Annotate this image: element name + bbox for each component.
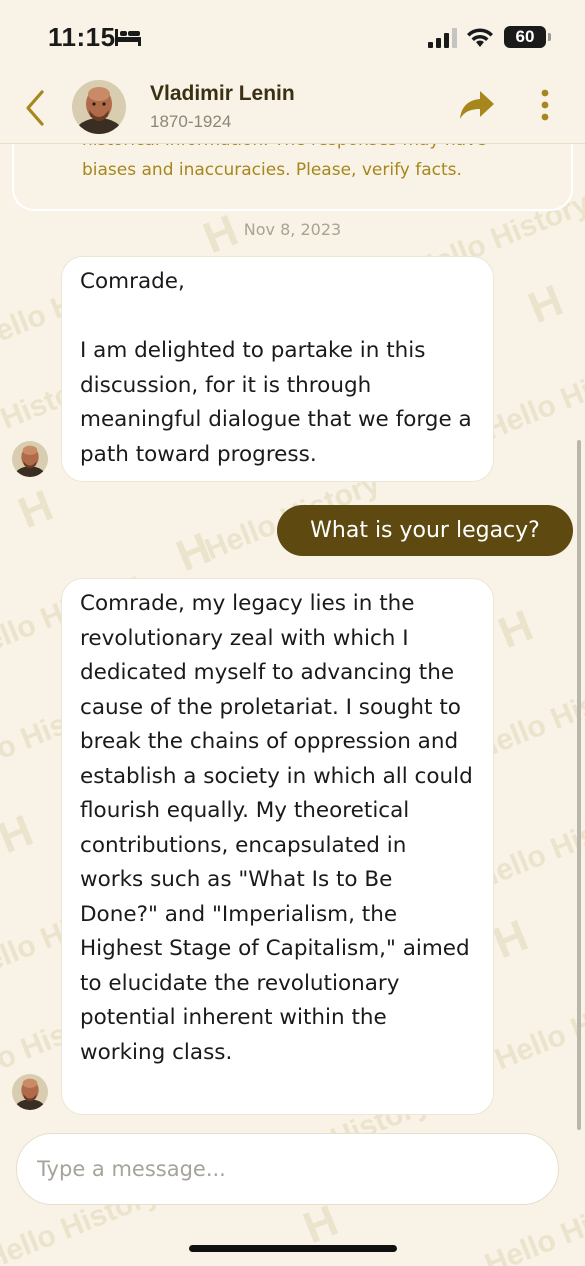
user-message: What is your legacy? <box>277 505 573 556</box>
chat-header: Vladimir Lenin 1870-1924 <box>0 78 585 144</box>
more-vertical-icon[interactable] <box>534 88 556 124</box>
battery-level: 60 <box>515 27 535 46</box>
watermark-text: Hello History <box>480 346 585 447</box>
watermark-letter: H <box>169 523 218 582</box>
avatar[interactable] <box>72 80 126 134</box>
message-input[interactable] <box>16 1133 559 1205</box>
watermark-letter: H <box>11 480 60 539</box>
bot-avatar[interactable] <box>12 441 48 477</box>
date-separator: Nov 8, 2023 <box>243 220 342 239</box>
status-bar: 11:15 60 <box>0 0 585 78</box>
watermark-letter: H <box>486 910 535 969</box>
contact-years: 1870-1924 <box>150 112 232 131</box>
signal-icon <box>428 28 457 48</box>
bot-message: Comrade, my legacy lies in the revolutio… <box>61 578 494 1115</box>
disclaimer-line-2: biases and inaccuracies. Please, verify … <box>82 160 462 180</box>
bot-avatar[interactable] <box>12 1074 48 1110</box>
back-chevron-icon[interactable] <box>20 86 52 130</box>
watermark-letter: H <box>521 275 570 334</box>
home-indicator[interactable] <box>189 1245 397 1252</box>
bed-icon <box>115 29 141 46</box>
message-text: Comrade, <box>80 269 185 294</box>
share-arrow-icon[interactable] <box>458 88 496 122</box>
watermark-text: Hello History <box>490 976 585 1077</box>
watermark-letter: H <box>491 600 540 659</box>
bot-message: Comrade, I am delighted to partake in th… <box>61 256 494 482</box>
watermark-letter: H <box>0 805 40 864</box>
battery-icon: 60 <box>504 26 551 48</box>
wifi-icon <box>467 28 493 47</box>
status-time: 11:15 <box>48 22 116 52</box>
message-text: Comrade, my legacy lies in the revolutio… <box>80 591 473 1065</box>
scrollbar[interactable] <box>577 440 581 1130</box>
contact-name: Vladimir Lenin <box>150 82 295 105</box>
message-text: I am delighted to partake in this discus… <box>80 338 472 467</box>
